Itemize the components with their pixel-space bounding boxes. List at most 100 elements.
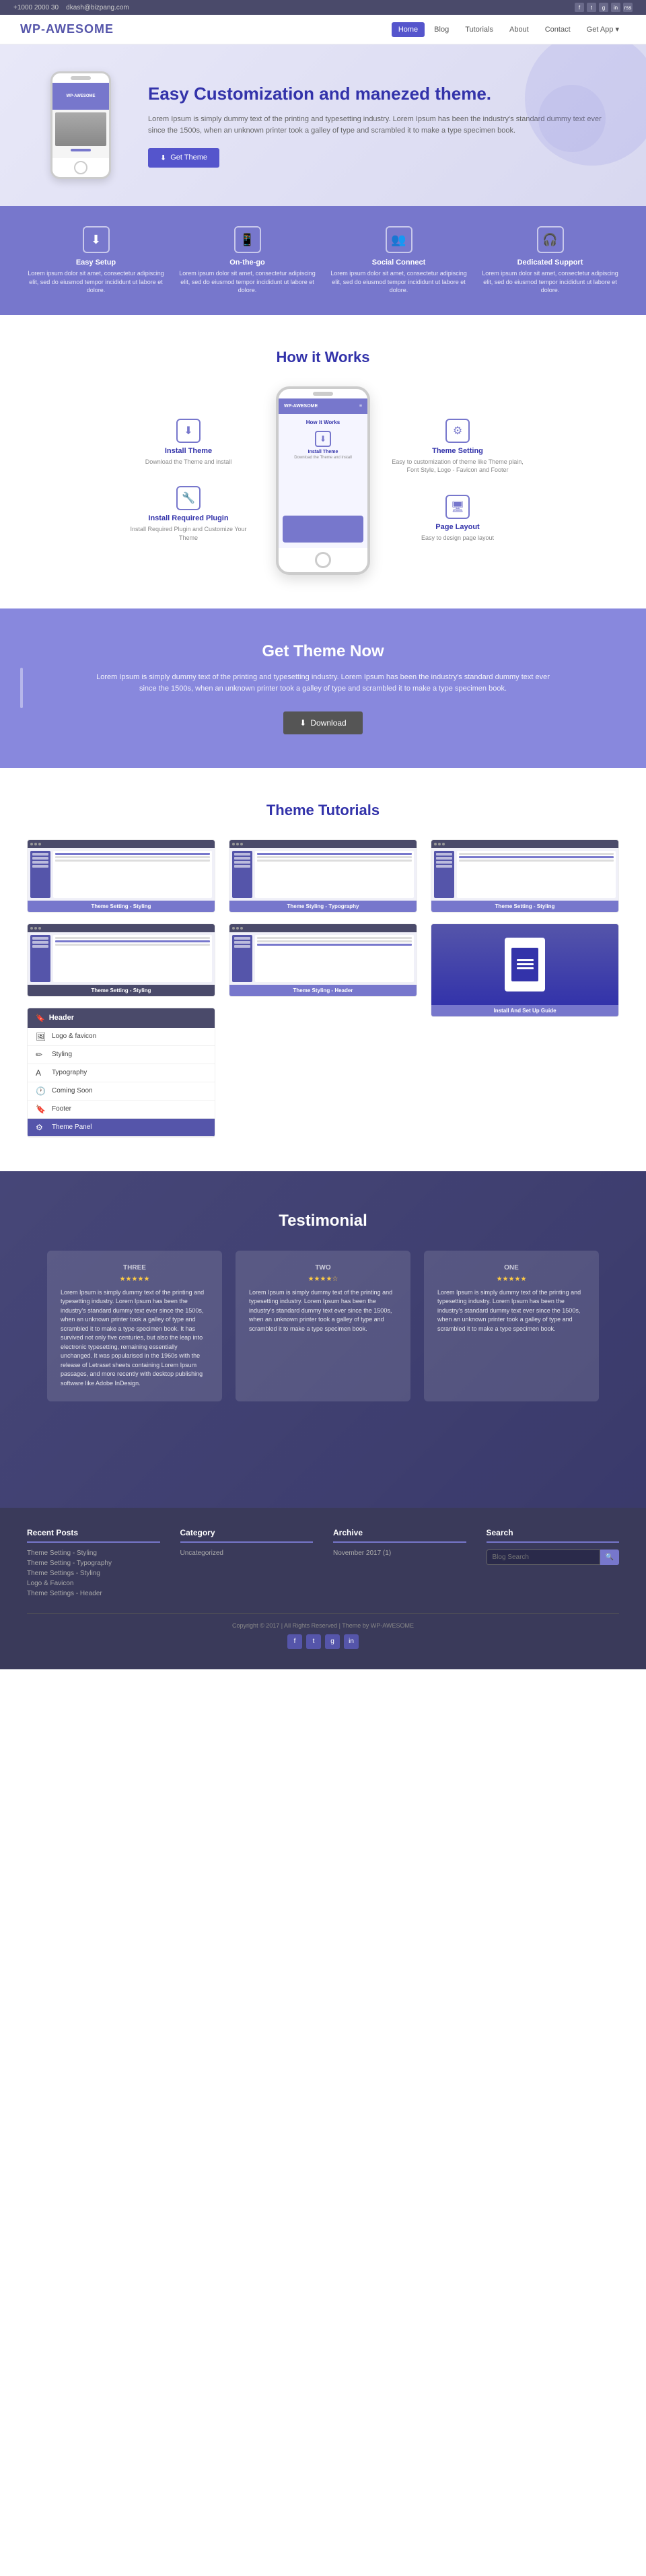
facebook-icon[interactable]: f — [575, 3, 584, 12]
typography-icon: A — [36, 1068, 46, 1078]
feature-easy-setup: ⬇ Easy Setup Lorem ipsum dolor sit amet,… — [27, 226, 165, 295]
nav-about[interactable]: About — [503, 22, 536, 37]
footer-link-1-5[interactable]: Theme Settings - Header — [27, 1590, 160, 1597]
testimonial-text-1: Lorem Ipsum is simply dummy text of the … — [61, 1288, 209, 1389]
theme-setting-icon: ⚙ — [445, 419, 470, 443]
hero-phone: WP-AWESOME — [40, 71, 121, 179]
feature-social-connect: 👥 Social Connect Lorem ipsum dolor sit a… — [330, 226, 468, 295]
card-content-5 — [431, 848, 618, 901]
nav-contact[interactable]: Contact — [538, 22, 577, 37]
how-page-layout: 🖥 Page Layout Easy to design page layout — [390, 495, 525, 543]
nav-home[interactable]: Home — [392, 22, 425, 37]
linkedin-icon[interactable]: in — [611, 3, 620, 12]
social-icons: f t g in rss — [575, 3, 633, 12]
tutorial-col-1: Theme Setting - Styling — [27, 839, 215, 1138]
phone-content — [52, 110, 109, 158]
testimonial-stars-1: ★★★★★ — [61, 1276, 209, 1283]
testimonial-card-2: TWO ★★★★☆ Lorem Ipsum is simply dummy te… — [236, 1251, 410, 1402]
twitter-icon[interactable]: t — [587, 3, 596, 12]
footer-col-search: Search 🔍 — [487, 1528, 620, 1600]
tutorial-card-label-4: Theme Styling - Header — [229, 985, 417, 996]
how-theme-setting: ⚙ Theme Setting Easy to customization of… — [390, 419, 525, 475]
get-theme-now-title: Get Theme Now — [54, 642, 592, 661]
footer-link-1-4[interactable]: Logo & Favicon — [27, 1580, 160, 1587]
how-left-items: ⬇ Install Theme Download the Theme and i… — [121, 419, 256, 543]
footer-facebook-icon[interactable]: f — [287, 1634, 302, 1649]
google-icon[interactable]: g — [599, 3, 608, 12]
how-install-theme: ⬇ Install Theme Download the Theme and i… — [121, 419, 256, 466]
footer-col-title-4: Search — [487, 1528, 620, 1543]
how-phone-center: WP-AWESOME ≡ How it Works ⬇ Install Them… — [269, 386, 377, 575]
how-it-works-section: How it Works ⬇ Install Theme Download th… — [0, 315, 646, 608]
bg-shape-2 — [538, 85, 606, 152]
get-theme-now-description: Lorem Ipsum is simply dummy text of the … — [87, 672, 559, 695]
get-theme-button[interactable]: ⬇ Get Theme — [148, 148, 219, 168]
tutorial-card-img-1 — [28, 840, 215, 901]
phone-home-button — [74, 161, 87, 174]
footer-linkedin-icon[interactable]: in — [344, 1634, 359, 1649]
tutorial-card-5[interactable]: Theme Setting - Styling — [431, 839, 619, 913]
testimonial-text-2: Lorem Ipsum is simply dummy text of the … — [249, 1288, 397, 1334]
footer: Recent Posts Theme Setting - Styling The… — [0, 1508, 646, 1669]
tutorial-card-4[interactable]: Theme Styling - Header — [229, 924, 417, 997]
dedicated-support-icon: 🎧 — [537, 226, 564, 253]
rss-icon[interactable]: rss — [623, 3, 633, 12]
tutorial-card-label-2: Theme Setting - Styling — [28, 985, 215, 996]
top-bar: +1000 2000 30 dkash@bizpang.com f t g in… — [0, 0, 646, 15]
nav-tutorials[interactable]: Tutorials — [458, 22, 500, 37]
tutorial-card-img-3 — [229, 840, 417, 901]
nav-blog[interactable]: Blog — [427, 22, 456, 37]
sidebar-item-logo-favicon[interactable]: 🖼 Logo & favicon — [28, 1028, 215, 1046]
testimonial-number-2: TWO — [249, 1264, 397, 1272]
footer-link-3-1[interactable]: November 2017 (1) — [333, 1550, 466, 1557]
card-header-2 — [28, 924, 215, 932]
testimonial-card-3: ONE ★★★★★ Lorem Ipsum is simply dummy te… — [424, 1251, 599, 1402]
get-theme-now-section: Get Theme Now Lorem Ipsum is simply dumm… — [0, 608, 646, 768]
tutorial-card-label-6: Install And Set Up Guide — [431, 1005, 618, 1016]
footer-link-1-3[interactable]: Theme Settings - Styling — [27, 1570, 160, 1577]
tutorial-card-6[interactable]: Install And Set Up Guide — [431, 924, 619, 1017]
feature-title-1: Easy Setup — [27, 258, 165, 267]
tutorial-card-2[interactable]: Theme Setting - Styling — [27, 924, 215, 997]
card-content-2 — [28, 932, 215, 985]
testimonial-title: Testimonial — [27, 1212, 619, 1230]
tutorial-col-3: Theme Setting - Styling Install And Set … — [431, 839, 619, 1138]
theme-tutorials-section: Theme Tutorials — [0, 768, 646, 1171]
tutorial-card-1[interactable]: Theme Setting - Styling — [27, 839, 215, 913]
tutorial-card-img-2 — [28, 924, 215, 985]
sidebar-item-typography[interactable]: A Typography — [28, 1064, 215, 1082]
tutorial-card-img-4 — [229, 924, 417, 985]
download-icon: ⬇ — [160, 153, 166, 162]
footer-twitter-icon[interactable]: t — [306, 1634, 321, 1649]
tutorials-grid: Theme Setting - Styling — [27, 839, 619, 1138]
phone-blue-block — [283, 516, 363, 543]
testimonial-stars-2: ★★★★☆ — [249, 1276, 397, 1283]
theme-tutorials-title: Theme Tutorials — [27, 802, 619, 819]
footer-col-title-3: Archive — [333, 1528, 466, 1543]
sidebar-item-footer[interactable]: 🔖 Footer — [28, 1101, 215, 1119]
footer-col-title-2: Category — [180, 1528, 314, 1543]
site-logo[interactable]: WP-AWESOME — [20, 22, 114, 36]
footer-icon: 🔖 — [36, 1105, 46, 1114]
footer-google-icon[interactable]: g — [325, 1634, 340, 1649]
footer-link-1-2[interactable]: Theme Setting - Typography — [27, 1560, 160, 1567]
nav-get-app[interactable]: Get App ▾ — [580, 22, 626, 37]
sidebar-item-styling[interactable]: ✏ Styling — [28, 1046, 215, 1064]
tutorial-card-label-1: Theme Setting - Styling — [28, 901, 215, 912]
footer-link-1-1[interactable]: Theme Setting - Styling — [27, 1550, 160, 1557]
card-content-1 — [28, 848, 215, 901]
download-button[interactable]: ⬇ Download — [283, 711, 362, 734]
card-header-5 — [431, 840, 618, 848]
how-item-desc-3: Easy to customization of theme like Them… — [390, 458, 525, 475]
footer-link-2-1[interactable]: Uncategorized — [180, 1550, 314, 1557]
coming-soon-icon: 🕐 — [36, 1086, 46, 1096]
tutorial-card-3[interactable]: Theme Styling - Typography — [229, 839, 417, 913]
sidebar-item-coming-soon[interactable]: 🕐 Coming Soon — [28, 1082, 215, 1101]
sidebar-item-theme-panel[interactable]: ⚙ Theme Panel — [28, 1119, 215, 1137]
footer-col-category: Category Uncategorized — [180, 1528, 314, 1600]
footer-search-input[interactable] — [487, 1550, 600, 1565]
card-content-4 — [229, 932, 417, 985]
how-item-title-2: Install Required Plugin — [121, 514, 256, 522]
footer-search-button[interactable]: 🔍 — [600, 1550, 619, 1565]
testimonial-section: Testimonial THREE ★★★★★ Lorem Ipsum is s… — [0, 1171, 646, 1508]
